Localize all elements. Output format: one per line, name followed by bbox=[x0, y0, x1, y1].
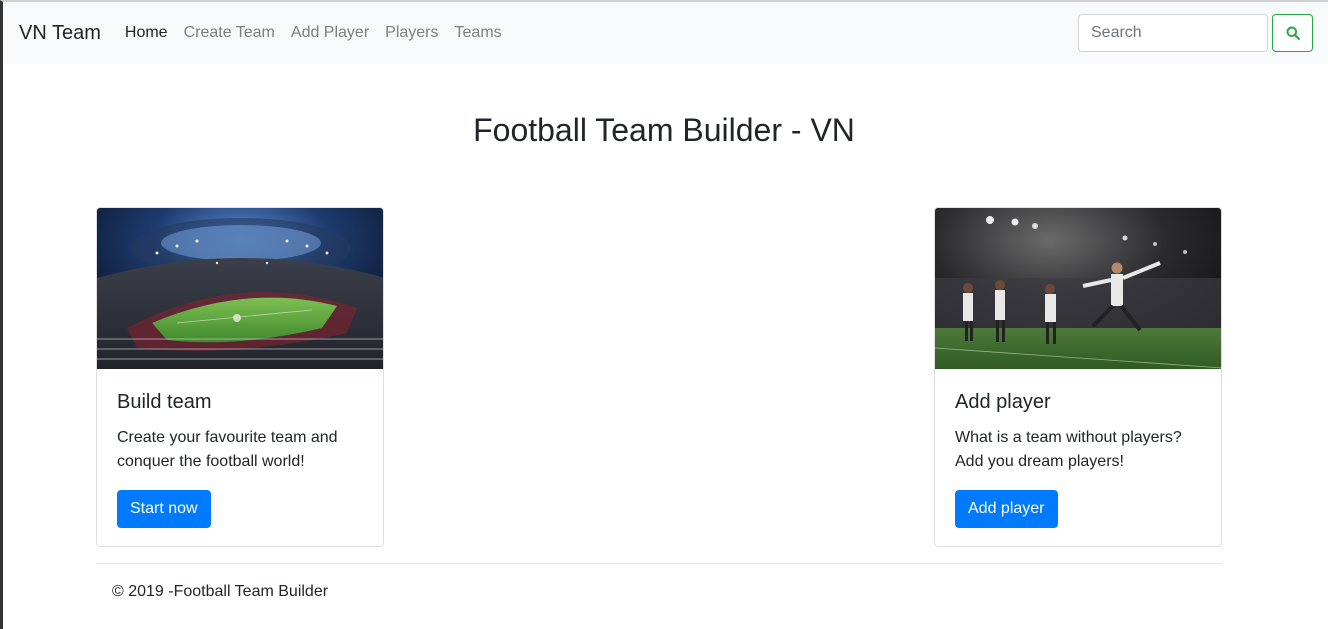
card-body: Add player What is a team without player… bbox=[935, 369, 1221, 546]
search-button[interactable] bbox=[1272, 14, 1313, 52]
add-player-button[interactable]: Add player bbox=[955, 490, 1058, 528]
start-now-button[interactable]: Start now bbox=[117, 490, 211, 528]
card-text: Create your favourite team and conquer t… bbox=[117, 429, 338, 470]
card-text: What is a team without players? Add you … bbox=[955, 429, 1182, 470]
nav-link-create-team[interactable]: Create Team bbox=[176, 24, 283, 42]
nav-link-players[interactable]: Players bbox=[377, 24, 446, 42]
nav-link-home[interactable]: Home bbox=[117, 24, 176, 42]
card-build-team: Build team Create your favourite team an… bbox=[96, 207, 384, 547]
navbar-brand[interactable]: VN Team bbox=[19, 22, 101, 45]
nav-link-teams[interactable]: Teams bbox=[447, 24, 510, 42]
nav-link-add-player[interactable]: Add Player bbox=[283, 24, 377, 42]
search-form bbox=[1078, 14, 1313, 52]
footer-divider bbox=[96, 563, 1222, 564]
footer-text: © 2019 -Football Team Builder bbox=[112, 583, 329, 600]
card-body: Build team Create your favourite team an… bbox=[97, 369, 383, 546]
page-title: Football Team Builder - VN bbox=[473, 112, 855, 148]
players-celebrating-photo bbox=[935, 208, 1221, 369]
navbar: VN Team Home Create Team Add Player Play… bbox=[3, 2, 1328, 64]
card-title: Add player bbox=[955, 391, 1051, 413]
search-input[interactable] bbox=[1078, 14, 1268, 52]
stadium-photo bbox=[97, 208, 383, 369]
nav-links: Home Create Team Add Player Players Team… bbox=[117, 24, 510, 42]
search-icon bbox=[1286, 26, 1300, 40]
card-add-player: Add player What is a team without player… bbox=[934, 207, 1222, 547]
card-title: Build team bbox=[117, 391, 212, 413]
